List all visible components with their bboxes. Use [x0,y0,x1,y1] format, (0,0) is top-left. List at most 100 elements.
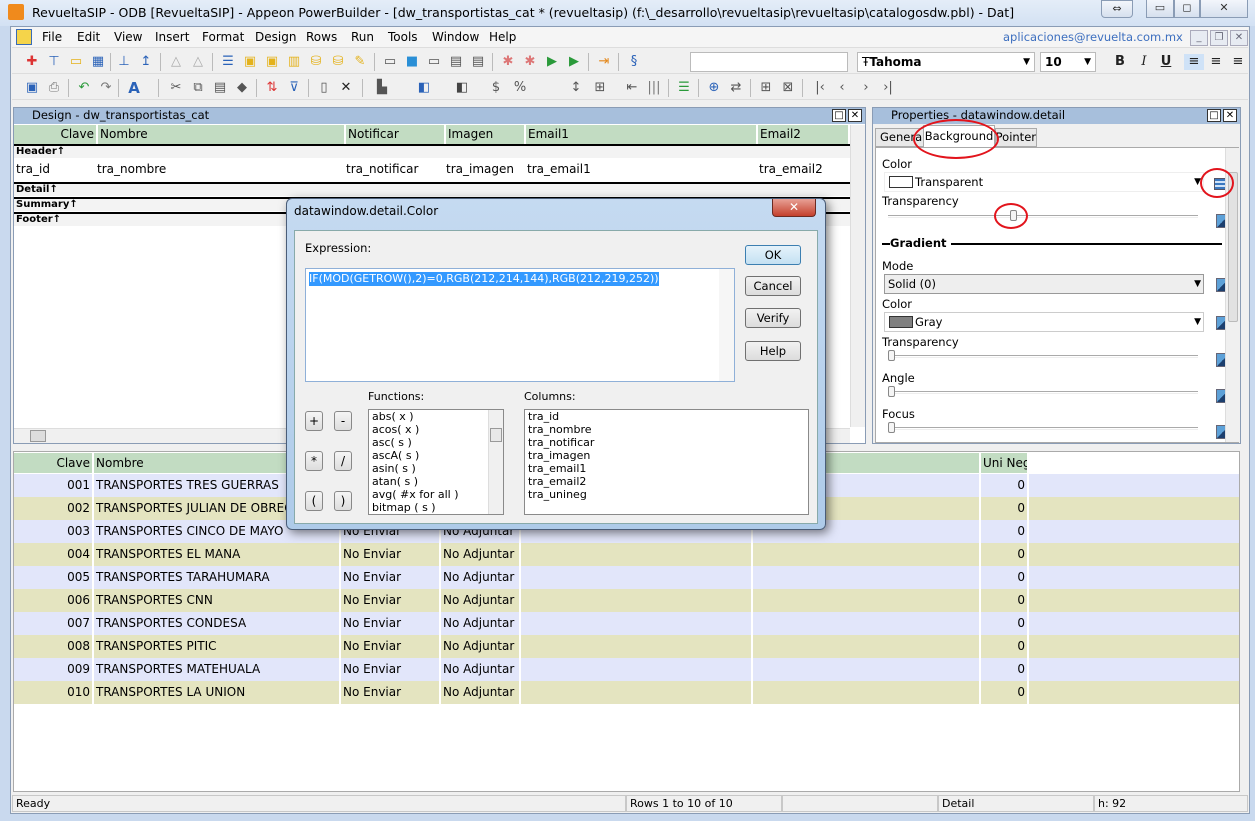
new-icon[interactable]: ✚ [24,54,40,70]
field-tra-nombre[interactable]: tra_nombre [97,162,166,176]
transparency-slider[interactable] [888,210,1198,221]
focus-slider[interactable] [888,422,1198,433]
first-icon[interactable]: |‹ [812,80,828,96]
cell-imagen[interactable]: No Adjuntar [441,635,521,658]
align-right-icon[interactable]: ≡ [1230,54,1246,70]
cell-clave[interactable]: 004 [14,543,94,566]
swap-icon[interactable]: ⇄ [728,80,744,96]
cell-unineg[interactable]: 0 [981,543,1029,566]
column-item[interactable]: tra_email2 [525,475,808,488]
delete-row-icon[interactable]: ⊠ [780,80,796,96]
edit-icon[interactable]: ✎ [352,54,368,70]
list-green-icon[interactable]: ☰ [676,80,692,96]
deploy-icon[interactable]: △ [190,54,206,70]
next-icon[interactable]: › [858,80,874,96]
print-icon[interactable]: ⎙ [46,80,62,96]
cell-nombre[interactable]: TRANSPORTES CNN [94,589,341,612]
function-item[interactable]: ascA( s ) [369,449,503,462]
copy-icon[interactable]: ⧉ [190,80,206,96]
table-row[interactable]: 006 TRANSPORTES CNN No Enviar No Adjuntar 0 [14,589,1239,612]
cell-nombre[interactable]: TRANSPORTES MATEHUALA [94,658,341,681]
divide-button[interactable]: / [334,451,352,471]
function-item[interactable]: asin( s ) [369,462,503,475]
library-icon[interactable]: ▣ [242,54,258,70]
prev-icon[interactable]: ‹ [834,80,850,96]
function-item[interactable]: atan( s ) [369,475,503,488]
cell-unineg[interactable]: 0 [981,497,1029,520]
cell-nombre[interactable]: TRANSPORTES PITIC [94,635,341,658]
app-icon-2[interactable]: ▤ [448,54,464,70]
cell-imagen[interactable]: No Adjuntar [441,612,521,635]
percent-icon[interactable]: % [512,80,528,96]
design-header-nombre[interactable]: Nombre [98,125,346,144]
props-close-button[interactable]: ✕ [1223,109,1237,122]
debug-select-icon[interactable]: ✱ [522,54,538,70]
cell-imagen[interactable]: No Adjuntar [441,589,521,612]
column-item[interactable]: tra_email1 [525,462,808,475]
underline-button[interactable]: U [1158,54,1174,70]
build-icon[interactable]: △ [168,54,184,70]
minus-button[interactable]: - [334,411,352,431]
cell-email2[interactable] [753,658,981,681]
color-select[interactable]: Transparent ▼ [884,172,1204,192]
debug-icon[interactable]: ✱ [500,54,516,70]
menu-format[interactable]: Format [202,30,244,44]
exit-icon[interactable]: ⇥ [596,54,612,70]
menu-insert[interactable]: Insert [155,30,189,44]
multiply-button[interactable]: * [305,451,323,471]
pane-maximize-button[interactable]: □ [832,109,846,122]
cell-notificar[interactable]: No Enviar [341,635,441,658]
close-paren-button[interactable]: ) [334,491,352,511]
cell-clave[interactable]: 001 [14,474,94,497]
fill-color-icon[interactable]: ◧ [416,80,432,96]
cell-clave[interactable]: 009 [14,658,94,681]
cell-unineg[interactable]: 0 [981,566,1029,589]
mdi-close-button[interactable]: ✕ [1230,30,1248,46]
cell-clave[interactable]: 008 [14,635,94,658]
table-row[interactable]: 009 TRANSPORTES MATEHUALA No Enviar No Adju… [14,658,1239,681]
function-item[interactable]: acos( x ) [369,423,503,436]
remote-icon[interactable]: ▭ [426,54,442,70]
zoom-icon[interactable]: ⊕ [706,80,722,96]
cell-email2[interactable] [753,543,981,566]
cell-unineg[interactable]: 0 [981,635,1029,658]
design-header-email1[interactable]: Email1 [526,125,758,144]
currency-icon[interactable]: $ [488,80,504,96]
cell-imagen[interactable]: No Adjuntar [441,566,521,589]
grid-header-unineg[interactable]: Uni Neg [981,453,1029,473]
cell-clave[interactable]: 005 [14,566,94,589]
table-row[interactable]: 005 TRANSPORTES TARAHUMARA No Enviar No Adj… [14,566,1239,589]
band-detail[interactable]: Detail↑ [14,182,850,196]
design-header-clave[interactable]: Clave [14,125,98,144]
design-header-imagen[interactable]: Imagen [446,125,526,144]
cell-email1[interactable] [521,681,753,704]
space-icon[interactable]: ↕ [568,80,584,96]
tab-order-icon[interactable]: ▯ [316,80,332,96]
cancel-button[interactable]: Cancel [745,276,801,296]
table-row[interactable]: 007 TRANSPORTES CONDESA No Enviar No Adjunt… [14,612,1239,635]
pane-close-button[interactable]: ✕ [848,109,862,122]
undo-icon[interactable]: ↶ [76,80,92,96]
cell-email2[interactable] [753,635,981,658]
column-item[interactable]: tra_imagen [525,449,808,462]
gradient-transparency-slider[interactable] [888,350,1198,361]
cell-nombre[interactable]: TRANSPORTES TARAHUMARA [94,566,341,589]
band-header[interactable]: Header↑ [14,144,850,158]
object-icon[interactable]: ▦ [90,54,106,70]
cut-icon[interactable]: ✂ [168,80,184,96]
cell-email2[interactable] [753,566,981,589]
field-tra-email1[interactable]: tra_email1 [527,162,591,176]
delete-icon[interactable]: ✕ [338,80,354,96]
table-row[interactable]: 008 TRANSPORTES PITIC No Enviar No Adjuntar… [14,635,1239,658]
cell-unineg[interactable]: 0 [981,589,1029,612]
db-profile-icon[interactable]: ⛁ [330,54,346,70]
cell-clave[interactable]: 007 [14,612,94,635]
table-row[interactable]: 010 TRANSPORTES LA UNION No Enviar No Adjun… [14,681,1239,704]
open-paren-button[interactable]: ( [305,491,323,511]
menu-run[interactable]: Run [351,30,374,44]
upload-icon[interactable]: ↥ [138,54,154,70]
cell-unineg[interactable]: 0 [981,520,1029,543]
select-run-icon[interactable]: ▶ [566,54,582,70]
field-tra-imagen[interactable]: tra_imagen [446,162,514,176]
field-tra-email2[interactable]: tra_email2 [759,162,823,176]
